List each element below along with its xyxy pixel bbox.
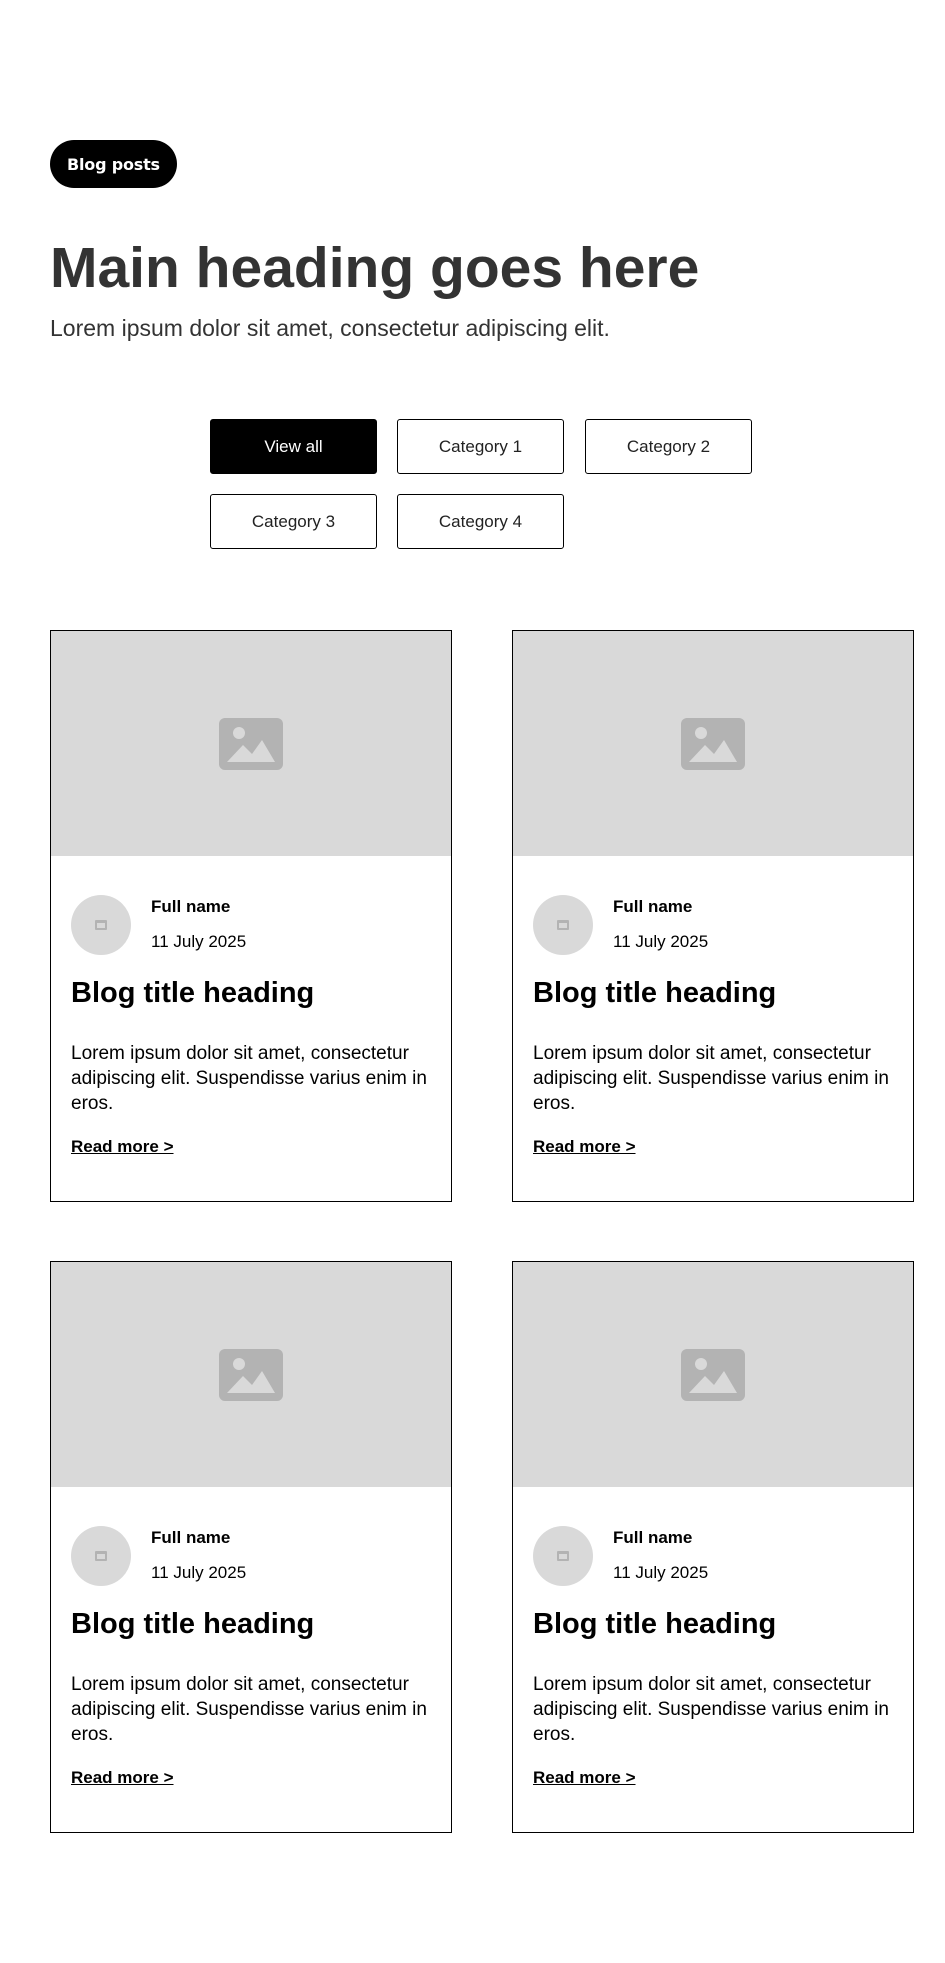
read-more-link[interactable]: Read more > xyxy=(533,1135,636,1159)
read-more-link[interactable]: Read more > xyxy=(533,1766,636,1790)
section-badge: Blog posts xyxy=(50,140,177,188)
blog-card-image[interactable] xyxy=(513,1262,913,1487)
page-subtitle: Lorem ipsum dolor sit amet, consectetur … xyxy=(50,315,610,341)
author-name: Full name xyxy=(151,897,231,916)
author-name: Full name xyxy=(151,1528,231,1547)
post-date: 11 July 2025 xyxy=(613,1563,709,1582)
blog-card[interactable]: Full name 11 July 2025 Blog title headin… xyxy=(50,1261,452,1833)
post-date: 11 July 2025 xyxy=(151,932,247,951)
avatar-placeholder-icon xyxy=(557,920,569,930)
filter-category-2-button[interactable]: Category 2 xyxy=(585,419,752,474)
page-title: Main heading goes here xyxy=(50,236,700,300)
blog-card-title: Blog title heading xyxy=(533,1608,777,1640)
image-placeholder-icon xyxy=(681,1348,745,1401)
blog-card-excerpt: Lorem ipsum dolor sit amet, consectetur … xyxy=(533,1674,889,1745)
read-more-link[interactable]: Read more > xyxy=(71,1766,174,1790)
filter-category-3-button[interactable]: Category 3 xyxy=(210,494,377,549)
blog-card-title: Blog title heading xyxy=(533,977,777,1009)
blog-card-image[interactable] xyxy=(51,1262,451,1487)
blog-card-excerpt: Lorem ipsum dolor sit amet, consectetur … xyxy=(71,1043,427,1114)
blog-card-title: Blog title heading xyxy=(71,1608,315,1640)
filter-category-1-button[interactable]: Category 1 xyxy=(397,419,564,474)
image-placeholder-icon xyxy=(681,717,745,770)
post-date: 11 July 2025 xyxy=(151,1563,247,1582)
blog-card-image[interactable] xyxy=(51,631,451,856)
blog-card[interactable]: Full name 11 July 2025 Blog title headin… xyxy=(512,630,914,1202)
author-avatar xyxy=(533,1526,593,1586)
blog-card-title: Blog title heading xyxy=(71,977,315,1009)
image-placeholder-icon xyxy=(219,1348,283,1401)
author-name: Full name xyxy=(613,1528,693,1547)
blog-card[interactable]: Full name 11 July 2025 Blog title headin… xyxy=(50,630,452,1202)
author-avatar xyxy=(71,895,131,955)
blog-section: Blog posts Main heading goes here Lorem … xyxy=(0,0,945,1963)
author-avatar xyxy=(71,1526,131,1586)
author-avatar xyxy=(533,895,593,955)
post-date: 11 July 2025 xyxy=(613,932,709,951)
filter-view-all-button[interactable]: View all xyxy=(210,419,377,474)
avatar-placeholder-icon xyxy=(95,920,107,930)
blog-card-excerpt: Lorem ipsum dolor sit amet, consectetur … xyxy=(533,1043,889,1114)
blog-card-image[interactable] xyxy=(513,631,913,856)
image-placeholder-icon xyxy=(219,717,283,770)
avatar-placeholder-icon xyxy=(95,1551,107,1561)
blog-card-excerpt: Lorem ipsum dolor sit amet, consectetur … xyxy=(71,1674,427,1745)
read-more-link[interactable]: Read more > xyxy=(71,1135,174,1159)
author-name: Full name xyxy=(613,897,693,916)
filter-category-4-button[interactable]: Category 4 xyxy=(397,494,564,549)
blog-card[interactable]: Full name 11 July 2025 Blog title headin… xyxy=(512,1261,914,1833)
avatar-placeholder-icon xyxy=(557,1551,569,1561)
